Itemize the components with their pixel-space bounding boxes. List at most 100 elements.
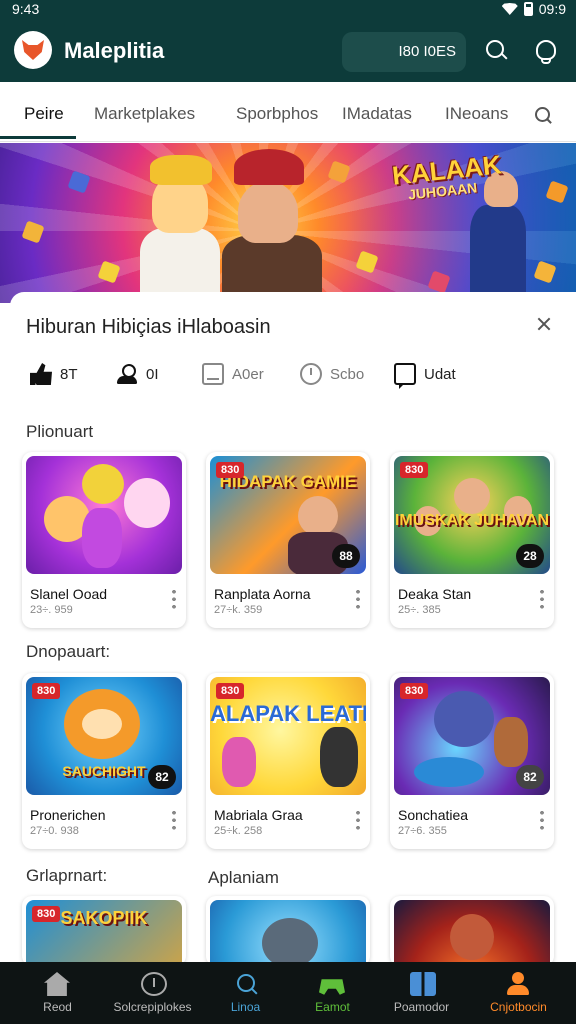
game-name: Mabriala Graa bbox=[214, 807, 303, 823]
tab-marketplace[interactable]: Marketplakes bbox=[94, 104, 195, 124]
action-people[interactable]: 0I bbox=[116, 360, 159, 388]
game-name: Pronerichen bbox=[30, 807, 106, 823]
game-name: Ranplata Aorna bbox=[214, 586, 311, 602]
action-archive[interactable]: A0er bbox=[202, 360, 264, 388]
game-thumbnail bbox=[394, 900, 550, 966]
coins-balance-button[interactable]: I80 I0ES bbox=[342, 32, 466, 72]
action-label: Scbo bbox=[330, 365, 365, 383]
game-name: Deaka Stan bbox=[398, 586, 472, 602]
more-options-icon[interactable] bbox=[172, 588, 176, 610]
character-art bbox=[222, 737, 256, 787]
battery-icon bbox=[523, 2, 533, 16]
wifi-icon bbox=[501, 3, 518, 15]
rating-badge: 82 bbox=[516, 765, 544, 789]
section-title: Aplaniam bbox=[208, 868, 279, 887]
game-thumbnail: IMUSKAK JUHAVAN 830 28 bbox=[394, 456, 550, 574]
game-card[interactable]: SAKOPIIK 830 bbox=[22, 896, 186, 966]
game-name: Sonchatiea bbox=[398, 807, 469, 823]
character-art bbox=[124, 478, 170, 528]
action-chat[interactable]: Udat bbox=[394, 360, 456, 388]
notification-icon[interactable] bbox=[532, 38, 558, 64]
card-badge: 830 bbox=[32, 683, 61, 699]
game-thumbnail bbox=[26, 456, 182, 574]
rating-badge: 88 bbox=[332, 544, 360, 568]
more-options-icon[interactable] bbox=[356, 809, 360, 831]
app-header: 9:43 09:9 Maleplitia I80 I0ES bbox=[0, 0, 576, 82]
more-options-icon[interactable] bbox=[540, 809, 544, 831]
status-right-time: 09:9 bbox=[538, 1, 566, 17]
chat-icon bbox=[394, 363, 416, 385]
game-art-title: IMUSKAK JUHAVAN bbox=[394, 512, 550, 529]
game-card[interactable]: Slanel Ooad 23÷. 959 bbox=[22, 452, 186, 628]
game-thumbnail: ALAPAK LEATES 830 bbox=[210, 677, 366, 795]
game-card[interactable]: 830 82 Sonchatiea 27÷6. 355 bbox=[390, 673, 554, 849]
rating-badge: 28 bbox=[516, 544, 544, 568]
character-art bbox=[450, 914, 494, 960]
character-art bbox=[82, 508, 122, 568]
more-options-icon[interactable] bbox=[356, 588, 360, 610]
tab-news[interactable]: INeoans bbox=[445, 104, 508, 124]
app-logo[interactable] bbox=[14, 31, 52, 69]
game-card[interactable] bbox=[206, 896, 370, 966]
home-icon bbox=[44, 972, 70, 996]
clock-icon bbox=[300, 363, 322, 385]
game-meta: 27÷k. 359 bbox=[214, 604, 263, 616]
more-options-icon[interactable] bbox=[172, 809, 176, 831]
person-icon bbox=[116, 363, 138, 385]
search-icon[interactable] bbox=[484, 38, 510, 64]
section-title: Grlaprnart: bbox=[26, 866, 108, 885]
game-meta: 27÷0. 938 bbox=[30, 825, 79, 837]
action-like[interactable]: 8T bbox=[30, 360, 78, 388]
card-badge: 830 bbox=[32, 906, 61, 922]
game-art-title: ALAPAK LEATES bbox=[210, 701, 366, 726]
character-art bbox=[82, 709, 122, 739]
action-label: Udat bbox=[424, 365, 456, 383]
status-time: 9:43 bbox=[12, 1, 40, 17]
tab-sports[interactable]: Sporbphos bbox=[236, 104, 318, 124]
sheet-title: Hiburan Hibiçias iHlaboasin bbox=[26, 316, 271, 338]
promo-banner[interactable]: KALAAK JUHOAAN bbox=[0, 143, 576, 303]
game-card[interactable]: IMUSKAK JUHAVAN 830 28 Deaka Stan 25÷. 3… bbox=[390, 452, 554, 628]
tab-search-icon[interactable] bbox=[534, 106, 554, 126]
more-options-icon[interactable] bbox=[540, 588, 544, 610]
character-body bbox=[470, 205, 526, 295]
game-thumbnail: HIDAPAK GAMIE 830 88 bbox=[210, 456, 366, 574]
box-icon bbox=[202, 363, 224, 385]
action-label: A0er bbox=[232, 365, 264, 383]
character-art bbox=[320, 727, 358, 787]
grid-icon bbox=[410, 972, 436, 996]
game-card[interactable]: HIDAPAK GAMIE 830 88 Ranplata Aorna 27÷k… bbox=[206, 452, 370, 628]
action-history[interactable]: Scbo bbox=[300, 360, 364, 388]
nav-profile[interactable]: Cnjotbocin bbox=[461, 962, 576, 1024]
clock-icon bbox=[141, 972, 167, 996]
character-art bbox=[414, 757, 484, 787]
game-meta: 25÷k. 258 bbox=[214, 825, 263, 837]
game-thumbnail: SAKOPIIK 830 bbox=[26, 900, 182, 966]
game-thumbnail: 830 82 bbox=[394, 677, 550, 795]
card-badge: 830 bbox=[400, 683, 429, 699]
character-art bbox=[434, 691, 494, 747]
close-icon[interactable] bbox=[536, 316, 552, 332]
category-tabs: Peire Marketplakes Sporbphos IMadatas IN… bbox=[0, 82, 576, 142]
card-badge: 830 bbox=[216, 462, 245, 478]
character-art bbox=[494, 717, 528, 767]
tab-media[interactable]: IMadatas bbox=[342, 104, 412, 124]
character-hair bbox=[150, 155, 212, 185]
game-card[interactable] bbox=[390, 896, 554, 966]
thumbs-up-icon bbox=[30, 363, 52, 385]
character-art bbox=[454, 478, 490, 514]
character-head bbox=[238, 181, 298, 243]
tab-home[interactable]: Peire bbox=[24, 104, 64, 124]
card-badge: 830 bbox=[400, 462, 429, 478]
game-meta: 23÷. 959 bbox=[30, 604, 73, 616]
character-hat bbox=[234, 149, 304, 185]
game-card[interactable]: SAUCHIGHT 830 82 Pronerichen 27÷0. 938 bbox=[22, 673, 186, 849]
game-meta: 27÷6. 355 bbox=[398, 825, 447, 837]
app-screen: 9:43 09:9 Maleplitia I80 I0ES Peire Mark… bbox=[0, 0, 576, 1024]
character-art bbox=[262, 918, 318, 966]
game-card[interactable]: ALAPAK LEATES 830 Mabriala Graa 25÷k. 25… bbox=[206, 673, 370, 849]
rating-badge: 82 bbox=[148, 765, 176, 789]
bottom-navigation: Reod Solcrepiplokes Linoa Eamot Poamodor… bbox=[0, 962, 576, 1024]
action-label: 0I bbox=[146, 365, 159, 383]
game-thumbnail bbox=[210, 900, 366, 966]
